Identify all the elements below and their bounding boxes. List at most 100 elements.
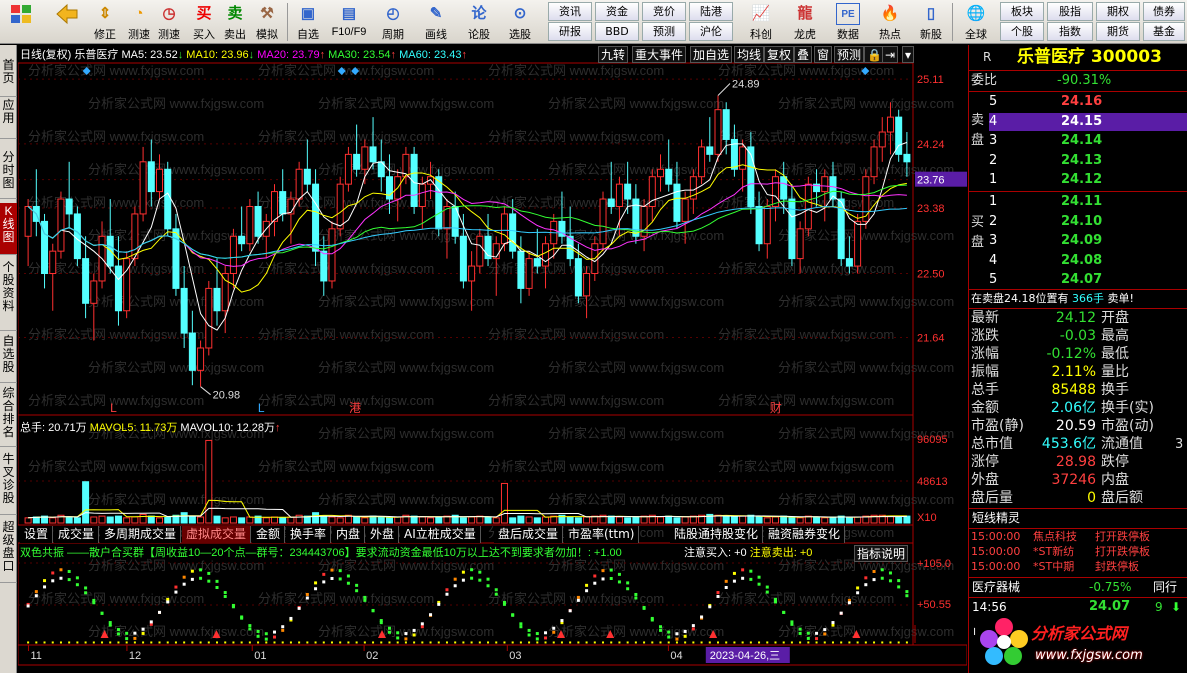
candle-body — [344, 153, 352, 185]
tab-ranking[interactable]: 综合排名 — [0, 385, 17, 447]
chevron-down-icon[interactable]: ▾ — [902, 46, 915, 63]
indicator-dot — [773, 600, 777, 604]
dragon-tiger-button[interactable]: 龍龙虎 — [786, 1, 824, 43]
forecast-button[interactable]: 预测 — [642, 22, 686, 41]
tab-home[interactable]: 首页 — [0, 57, 17, 97]
discuss-button[interactable]: 论论股 — [461, 1, 497, 43]
fund-button[interactable]: 资金 — [595, 2, 639, 21]
buy-level[interactable]: 5 24.07 — [989, 271, 1187, 289]
options-button[interactable]: 期权 — [1096, 2, 1140, 21]
fix-button[interactable]: ⇕ 修正 — [90, 1, 120, 43]
indicator-tab[interactable]: 融资融券变化 — [764, 526, 846, 543]
pick-stock-button[interactable]: ⊙ 选股 — [502, 1, 538, 43]
buy-level[interactable]: 1 24.11 — [989, 193, 1187, 211]
indicator-baseline-dot — [35, 641, 38, 644]
tab-kline[interactable]: K线图 — [0, 203, 17, 255]
indices-button[interactable]: 指数 — [1047, 22, 1093, 41]
peer-button[interactable]: 同行 — [1153, 578, 1177, 596]
indicator-baseline-dot — [199, 641, 202, 644]
global-button[interactable]: 🌐 全球 — [956, 1, 996, 43]
overlay-button[interactable]: 叠 — [794, 46, 813, 63]
watermark-text: 分析家公式网 www.fxjgsw.com — [718, 393, 894, 408]
watermark-text: 分析家公式网 www.fxjgsw.com — [548, 96, 724, 111]
indicator-dot — [576, 595, 580, 599]
bonds-button[interactable]: 债券 — [1143, 2, 1185, 21]
sector-button[interactable]: 板块 — [1000, 2, 1044, 21]
shanghai-london-button[interactable]: 沪伦 — [689, 22, 733, 41]
indicator-tab[interactable]: 内盘 — [332, 526, 366, 543]
indicator-tab[interactable]: 多周期成交量 — [100, 526, 182, 543]
predict-button[interactable]: 预测 — [834, 46, 865, 63]
funds-button[interactable]: 基金 — [1143, 22, 1185, 41]
buy-level[interactable]: 3 24.09 — [989, 232, 1187, 250]
indicator-tab[interactable]: 陆股通持股变化 — [670, 526, 764, 543]
futures-button[interactable]: 期货 — [1096, 22, 1140, 41]
candle-body — [886, 116, 894, 133]
indicator-help-button[interactable]: 指标说明 — [854, 545, 909, 562]
indicator-tab[interactable]: 金额 — [252, 526, 286, 543]
indicator-tab[interactable]: 市盈率(ttm) — [564, 526, 640, 543]
short-genie-row[interactable]: 15:00:00 *ST新纺 打开跌停板 — [971, 544, 1187, 559]
tab-super-quote[interactable]: 超级盘口 — [0, 519, 17, 583]
indicator-baseline-dot — [404, 641, 407, 644]
kline-chart[interactable]: 分析家公式网 www.fxjgsw.com 分析家公式网 www.fxjgsw.c… — [18, 45, 967, 673]
tab-apps[interactable]: 应用 — [0, 97, 17, 139]
window-button[interactable]: 窗 — [814, 46, 833, 63]
major-events-button[interactable]: 重大事件 — [632, 46, 687, 63]
indicator-tab[interactable]: 盘后成交量 — [494, 526, 564, 543]
nine-turn-button[interactable]: 九转 — [598, 46, 629, 63]
sell-level[interactable]: 2 24.13 — [989, 152, 1187, 170]
clock-button[interactable]: ◷ 测速 — [155, 1, 183, 43]
volume-bar — [65, 516, 73, 524]
index-futures-button[interactable]: 股指 — [1047, 2, 1093, 21]
f10-button[interactable]: ▤ F10/F9 — [327, 1, 371, 43]
indicator-tab[interactable]: 成交量 — [54, 526, 100, 543]
candle-body — [229, 235, 237, 275]
sell-level[interactable]: 5 24.16 — [989, 93, 1187, 111]
simulate-button[interactable]: ⚒ 模拟 — [252, 1, 282, 43]
sell-button[interactable]: 卖卖出 — [220, 1, 250, 43]
buy-button[interactable]: 买买入 — [189, 1, 219, 43]
bbd-button[interactable]: BBD — [595, 22, 639, 41]
tab-intraday[interactable]: 分时图 — [0, 149, 17, 199]
indicator-baseline-dot — [207, 641, 210, 644]
buy-level[interactable]: 2 24.10 — [989, 213, 1187, 231]
indicator-dot — [585, 583, 589, 587]
ma-button[interactable]: 均线 — [734, 46, 765, 63]
new-stock-button[interactable]: ▯ 新股 — [913, 1, 949, 43]
indicator-dot — [527, 628, 531, 632]
indicator-tab[interactable]: 换手率 — [286, 526, 332, 543]
draw-line-button[interactable]: ✎ 画线 — [418, 1, 454, 43]
buy-level[interactable]: 4 24.08 — [989, 252, 1187, 270]
tab-diagnose[interactable]: 牛叉诊股 — [0, 451, 17, 515]
tab-watchlist[interactable]: 自选股 — [0, 333, 17, 383]
watermark-text: 分析家公式网 www.fxjgsw.com — [548, 360, 724, 375]
candle-body — [246, 205, 254, 245]
back-button[interactable] — [50, 1, 84, 43]
hot-button[interactable]: 🔥 热点 — [871, 1, 909, 43]
watchlist-button[interactable]: ▣ 自选 — [292, 1, 324, 43]
news-button[interactable]: 资讯 — [548, 2, 592, 21]
star-market-button[interactable]: 📈 科创 — [742, 1, 780, 43]
auction-button[interactable]: 竞价 — [642, 2, 686, 21]
stocks-button[interactable]: 个股 — [1000, 22, 1044, 41]
adjust-button[interactable]: 复权 — [764, 46, 795, 63]
hk-connect-button[interactable]: 陆港 — [689, 2, 733, 21]
indicator-tab[interactable]: AI立桩成交量 — [400, 526, 481, 543]
indicator-tab[interactable]: 虚拟成交量 — [182, 526, 252, 543]
add-watchlist-button[interactable]: 加自选 — [690, 46, 733, 63]
sell-level[interactable]: 3 24.14 — [989, 132, 1187, 150]
short-genie-row[interactable]: 15:00:00 *ST中期 封跌停板 — [971, 559, 1187, 574]
tab-profile[interactable]: 个股资料 — [0, 259, 17, 331]
indicator-tab[interactable]: 外盘 — [366, 526, 400, 543]
data-button[interactable]: PE 数据 — [829, 1, 867, 43]
expand-icon[interactable]: ⇥ — [882, 46, 899, 63]
home-button[interactable] — [4, 1, 38, 43]
cycle-button[interactable]: ◴ 周期 — [375, 1, 411, 43]
indicator-tab[interactable]: 设置 — [20, 526, 54, 543]
short-genie-row[interactable]: 15:00:00 焦点科技 打开跌停板 — [971, 529, 1187, 544]
sell-level[interactable]: 1 24.12 — [989, 171, 1187, 189]
sell-level[interactable]: 4 24.15 — [989, 112, 1187, 131]
speed-test-button[interactable]: ◔ 测速 — [124, 1, 154, 43]
research-button[interactable]: 研报 — [548, 22, 592, 41]
